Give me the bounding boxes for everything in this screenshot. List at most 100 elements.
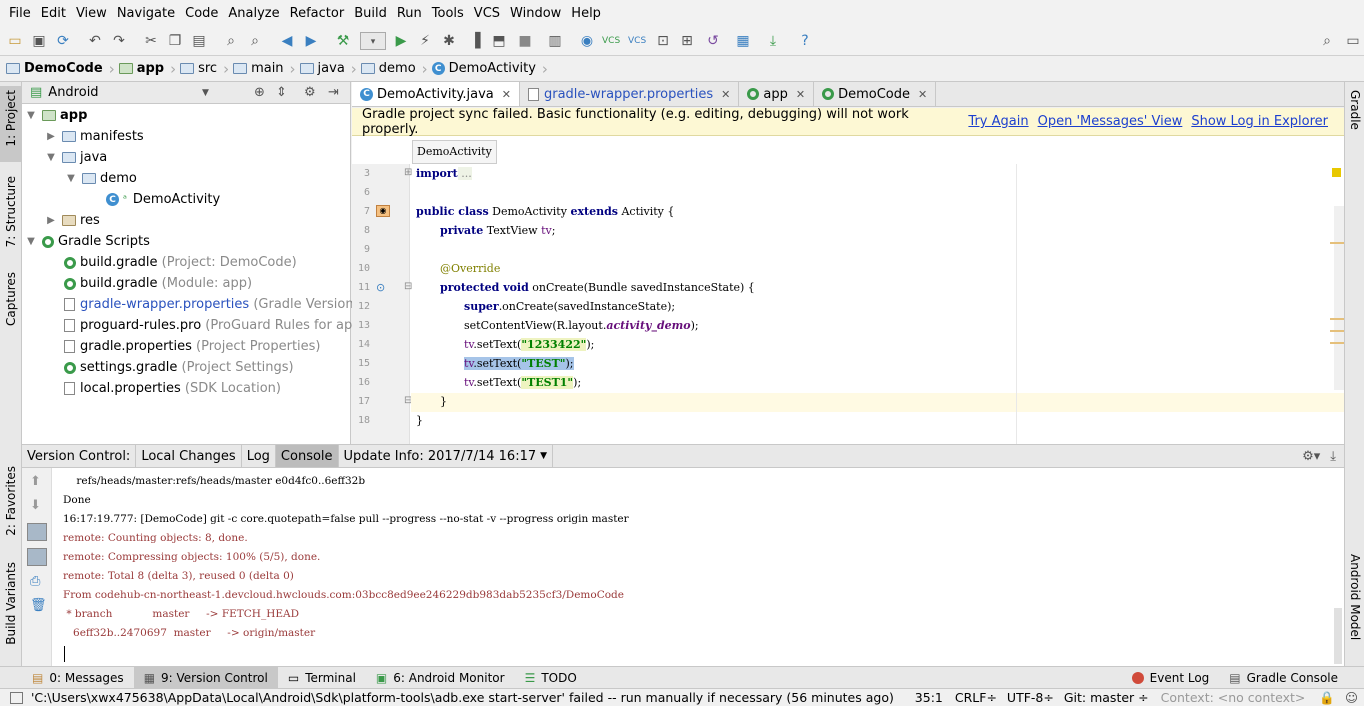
vcs-update-icon[interactable]: ◉ <box>578 32 596 50</box>
down-arrow-icon[interactable]: ⬇ <box>30 498 41 513</box>
back-icon[interactable]: ◀ <box>278 32 296 50</box>
menu-view[interactable]: View <box>71 0 112 28</box>
try-again-link[interactable]: Try Again <box>968 114 1028 129</box>
tab-terminal[interactable]: ▭ Terminal <box>278 667 366 688</box>
vcs-annotate-icon[interactable]: ⊞ <box>678 32 696 50</box>
crumb-class[interactable]: C DemoActivity › <box>431 60 548 78</box>
editor-scrollbar[interactable] <box>1334 206 1344 390</box>
scroll-to-end-icon[interactable] <box>27 548 47 566</box>
apply-changes-icon[interactable]: ⚡ <box>416 32 434 50</box>
menu-build[interactable]: Build <box>349 0 392 28</box>
close-icon[interactable]: ✕ <box>796 88 805 101</box>
crumb-demo[interactable]: demo › <box>360 60 428 78</box>
run-config-dropdown[interactable]: ▾ <box>360 32 386 50</box>
tab-update-info[interactable]: Update Info: 2017/7/14 16:17 ▼ <box>339 445 554 467</box>
make-project-icon[interactable]: ⚒ <box>334 32 352 50</box>
menu-window[interactable]: Window <box>505 0 566 28</box>
favorites-tool-button[interactable]: 2: Favorites <box>4 466 18 536</box>
avd-manager-icon[interactable]: ▥ <box>546 32 564 50</box>
override-method-icon[interactable]: ⊙ <box>376 281 385 294</box>
hide-panel-icon[interactable]: ⤓ <box>1330 449 1336 464</box>
tab-log[interactable]: Log <box>242 445 276 467</box>
profile-icon[interactable]: ▐ <box>466 32 484 50</box>
scroll-from-source-icon[interactable]: ⊕ <box>254 85 265 100</box>
open-folder-icon[interactable]: ▭ <box>6 32 24 50</box>
find-icon[interactable]: ⌕ <box>222 32 240 50</box>
inspector-icon[interactable]: ☺ <box>1345 690 1358 705</box>
project-structure-icon[interactable]: ▦ <box>734 32 752 50</box>
fold-icon[interactable]: ⊞ <box>404 167 412 178</box>
status-message[interactable]: 'C:\Users\xwx475638\AppData\Local\Androi… <box>31 690 915 705</box>
tab-event-log[interactable]: Event Log <box>1122 667 1220 688</box>
tab-demoactivity-java[interactable]: C DemoActivity.java ✕ <box>352 82 520 106</box>
caret-position[interactable]: 35:1 <box>915 690 943 705</box>
menu-navigate[interactable]: Navigate <box>112 0 180 28</box>
soft-wrap-icon[interactable] <box>27 523 47 541</box>
chevron-down-icon[interactable]: ▼ <box>202 88 209 98</box>
menu-code[interactable]: Code <box>180 0 223 28</box>
menu-refactor[interactable]: Refactor <box>285 0 350 28</box>
attach-debugger-icon[interactable]: ⬒ <box>490 32 508 50</box>
vcs-commit-icon[interactable]: VCS <box>602 32 620 50</box>
android-activity-icon[interactable]: ◉ <box>376 205 390 217</box>
undo-icon[interactable]: ↶ <box>86 32 104 50</box>
redo-icon[interactable]: ↷ <box>110 32 128 50</box>
crumb-module[interactable]: app › <box>118 60 176 78</box>
tree-item-local-properties[interactable]: local.properties (SDK Location) <box>64 378 281 399</box>
tree-item-res[interactable]: ▶ res <box>44 210 100 231</box>
tab-todo[interactable]: ☰ TODO <box>515 667 587 688</box>
stop-icon[interactable]: ■ <box>516 32 534 50</box>
warning-stripe[interactable] <box>1330 242 1344 244</box>
warning-status-icon[interactable] <box>1332 168 1341 177</box>
tree-item-gradle-scripts[interactable]: ▼ Gradle Scripts <box>24 231 150 252</box>
editor-breadcrumb-tooltip[interactable]: DemoActivity <box>412 140 497 164</box>
save-icon[interactable]: ▣ <box>30 32 48 50</box>
tree-item-build-gradle-project[interactable]: build.gradle (Project: DemoCode) <box>64 252 297 273</box>
vcs-console-output[interactable]: ⬆ ⬇ ⎙ 🗑 refs/heads/master:refs/heads/mas… <box>22 468 1344 666</box>
paste-icon[interactable]: ▤ <box>190 32 208 50</box>
menu-tools[interactable]: Tools <box>427 0 469 28</box>
collapse-all-icon[interactable]: ⇕ <box>276 85 287 100</box>
crumb-java[interactable]: java › <box>299 60 357 78</box>
lock-icon[interactable]: 🔒 <box>1319 690 1335 706</box>
crumb-project[interactable]: DemoCode › <box>6 60 115 78</box>
android-model-tool-button[interactable]: Android Model <box>1348 554 1362 640</box>
menu-file[interactable]: File <box>4 0 36 28</box>
project-tool-button[interactable]: 1: Project <box>4 90 18 147</box>
tree-item-gradle-wrapper[interactable]: gradle-wrapper.properties (Gradle Versio… <box>64 294 359 315</box>
tab-console[interactable]: Console <box>275 445 339 467</box>
sync-icon[interactable]: ⟳ <box>54 32 72 50</box>
warning-stripe[interactable] <box>1330 342 1344 344</box>
show-log-link[interactable]: Show Log in Explorer <box>1191 114 1328 129</box>
project-view-selector[interactable]: Android <box>48 85 98 100</box>
tab-gradle-console[interactable]: ▤ Gradle Console <box>1219 667 1348 688</box>
settings-gear-icon[interactable]: ⚙▾ <box>1302 449 1320 464</box>
tree-item-app[interactable]: ▼ app <box>24 105 87 126</box>
encoding-selector[interactable]: UTF-8÷ <box>1007 690 1054 705</box>
menu-vcs[interactable]: VCS <box>469 0 505 28</box>
vcs-history-icon[interactable]: ⊡ <box>654 32 672 50</box>
tree-item-gradle-properties[interactable]: gradle.properties (Project Properties) <box>64 336 321 357</box>
open-messages-link[interactable]: Open 'Messages' View <box>1038 114 1183 129</box>
tab-democode[interactable]: DemoCode ✕ <box>814 82 937 106</box>
tree-item-java[interactable]: ▼ java <box>44 147 107 168</box>
code-editor[interactable]: 3 6 7 8 9 10 11 12 13 14 15 16 17 18 ⊞ ◉… <box>352 164 1344 444</box>
run-icon[interactable]: ▶ <box>392 32 410 50</box>
crumb-src[interactable]: src › <box>180 60 229 78</box>
revert-icon[interactable]: ↺ <box>704 32 722 50</box>
gradle-tool-button[interactable]: Gradle <box>1348 90 1362 130</box>
close-icon[interactable]: ✕ <box>918 88 927 101</box>
cut-icon[interactable]: ✂ <box>142 32 160 50</box>
tree-item-manifests[interactable]: ▶ manifests <box>44 126 144 147</box>
tree-item-proguard-rules[interactable]: proguard-rules.pro (ProGuard Rules for a… <box>64 315 366 336</box>
line-separator-selector[interactable]: CRLF÷ <box>955 690 997 705</box>
maximize-icon[interactable]: ▭ <box>1344 32 1362 50</box>
copy-icon[interactable]: ❐ <box>166 32 184 50</box>
tab-android-monitor[interactable]: ▣ 6: Android Monitor <box>366 667 515 688</box>
help-icon[interactable]: ? <box>796 32 814 50</box>
crumb-main[interactable]: main › <box>233 60 296 78</box>
captures-tool-button[interactable]: Captures <box>4 272 18 326</box>
warning-stripe[interactable] <box>1330 330 1344 332</box>
vcs-compare-icon[interactable]: VCS <box>628 32 646 50</box>
forward-icon[interactable]: ▶ <box>302 32 320 50</box>
